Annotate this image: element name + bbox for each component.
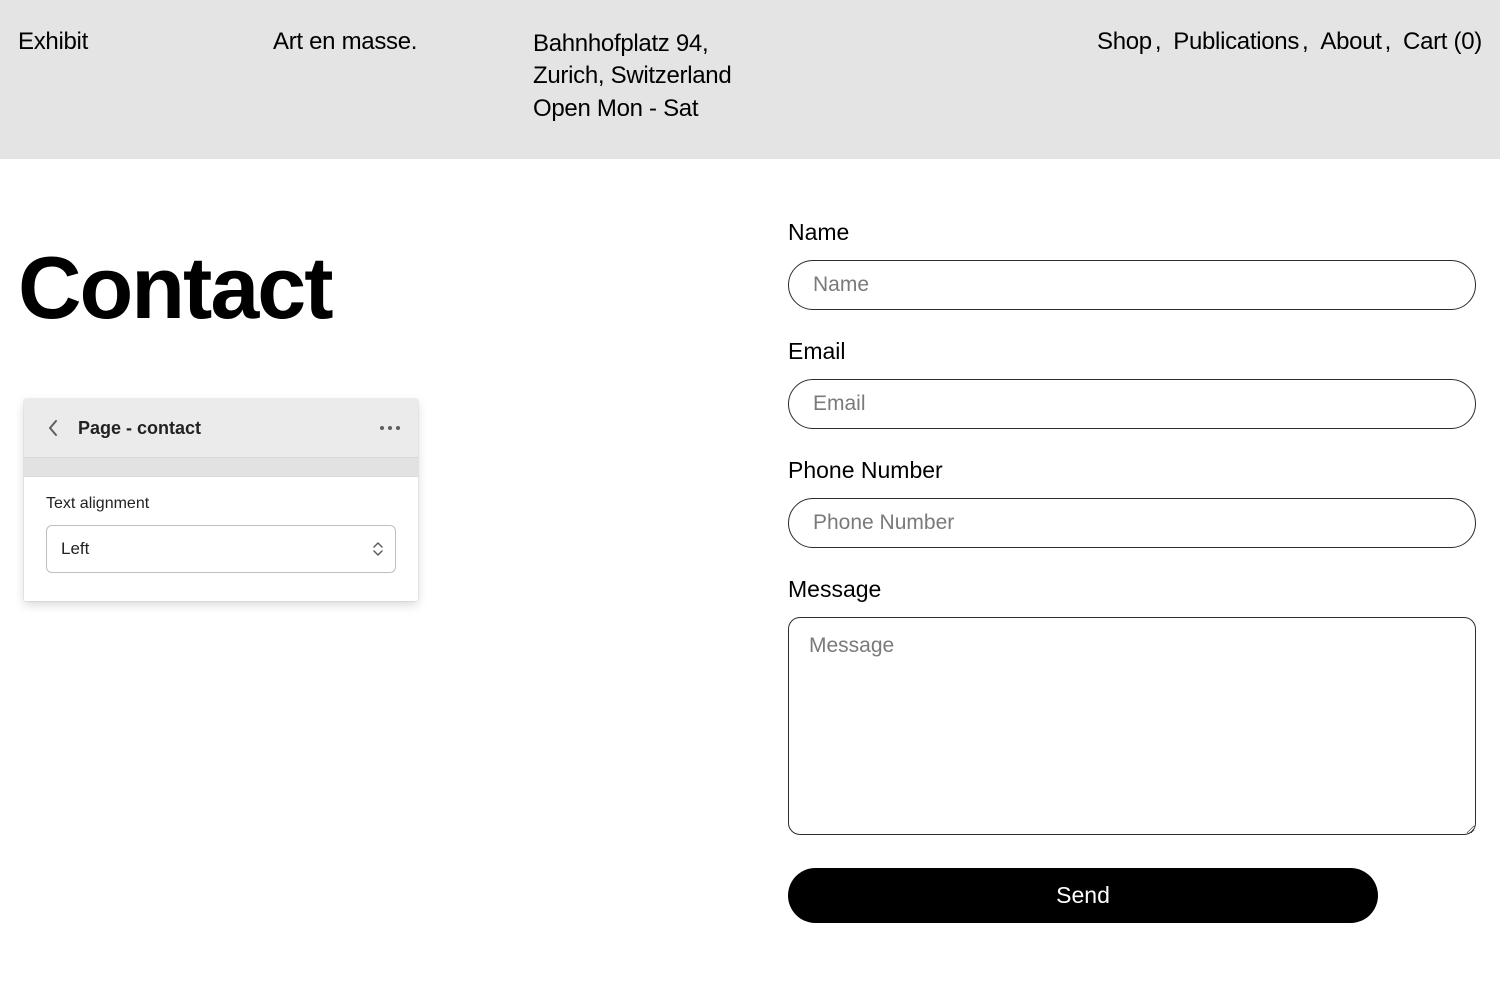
settings-panel: Page - contact Text alignment Left — [24, 399, 418, 601]
nav-separator: , — [1155, 28, 1161, 56]
cart-count: 0 — [1461, 28, 1474, 55]
field-name: Name — [788, 219, 1476, 310]
address-line-1: Bahnhofplatz 94, — [533, 28, 903, 60]
chevron-left-icon — [48, 420, 58, 436]
page-body: Contact Page - contact Text alignment Le… — [0, 159, 1500, 923]
nav-separator: , — [1385, 28, 1391, 56]
contact-form: Name Email Phone Number Message Send — [788, 219, 1482, 923]
address-block: Bahnhofplatz 94, Zurich, Switzerland Ope… — [533, 28, 903, 125]
field-phone: Phone Number — [788, 457, 1476, 548]
panel-title: Page - contact — [78, 418, 201, 439]
select-caret-icon — [373, 542, 383, 556]
dots-icon — [380, 426, 384, 430]
address-line-2: Zurich, Switzerland — [533, 60, 903, 92]
brand-logo[interactable]: Exhibit — [18, 28, 273, 56]
nav-link-about[interactable]: About — [1320, 28, 1381, 56]
label-name: Name — [788, 219, 1476, 246]
select-value: Left — [61, 539, 89, 559]
field-email: Email — [788, 338, 1476, 429]
primary-nav: Shop, Publications, About, Cart (0) — [903, 28, 1482, 56]
setting-label-text-alignment: Text alignment — [46, 495, 396, 513]
address-line-3: Open Mon - Sat — [533, 93, 903, 125]
panel-body: Text alignment Left — [24, 477, 418, 601]
page-title: Contact — [18, 237, 788, 339]
back-button[interactable] — [42, 417, 64, 439]
input-phone[interactable] — [788, 498, 1476, 548]
site-header: Exhibit Art en masse. Bahnhofplatz 94, Z… — [0, 0, 1500, 159]
nav-link-shop[interactable]: Shop — [1097, 28, 1152, 56]
label-message: Message — [788, 576, 1476, 603]
cart-label: Cart — [1403, 28, 1447, 55]
input-name[interactable] — [788, 260, 1476, 310]
nav-link-publications[interactable]: Publications — [1173, 28, 1299, 56]
field-message: Message — [788, 576, 1476, 840]
label-phone: Phone Number — [788, 457, 1476, 484]
dots-icon — [396, 426, 400, 430]
input-message[interactable] — [788, 617, 1476, 835]
input-email[interactable] — [788, 379, 1476, 429]
more-actions-button[interactable] — [380, 426, 400, 430]
nav-link-cart[interactable]: Cart (0) — [1403, 28, 1482, 56]
nav-separator: , — [1302, 28, 1308, 56]
text-alignment-select[interactable]: Left — [46, 525, 396, 573]
panel-divider — [24, 457, 418, 477]
panel-header: Page - contact — [24, 399, 418, 457]
submit-button[interactable]: Send — [788, 868, 1378, 923]
label-email: Email — [788, 338, 1476, 365]
left-column: Contact Page - contact Text alignment Le… — [18, 219, 788, 923]
tagline: Art en masse. — [273, 28, 533, 56]
dots-icon — [388, 426, 392, 430]
